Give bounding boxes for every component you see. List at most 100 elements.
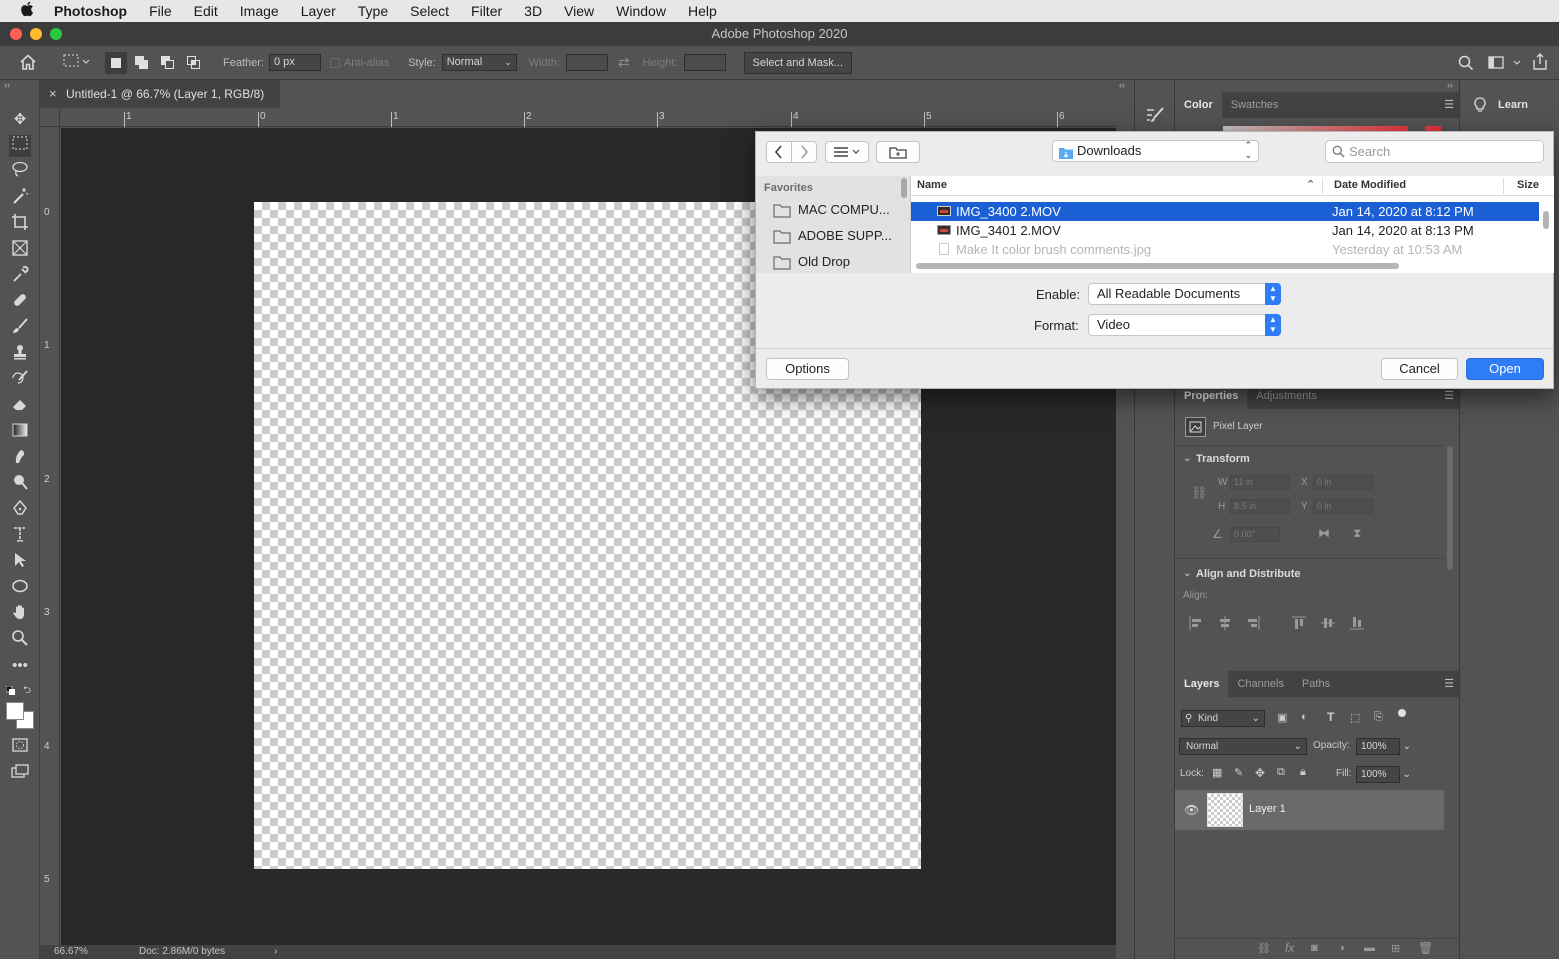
options-button[interactable]: Options <box>766 358 849 380</box>
eye-visibility-icon[interactable]: 👁︎ <box>1184 803 1199 817</box>
sidebar-item-old-drop[interactable]: Old Drop <box>773 253 903 273</box>
panel-menu-icon[interactable]: ☰ <box>1444 677 1454 690</box>
tab-paths[interactable]: Paths <box>1293 671 1339 697</box>
eyedropper-tool-icon[interactable] <box>9 265 31 287</box>
home-icon[interactable] <box>19 53 39 73</box>
search-icon[interactable] <box>1458 55 1474 74</box>
rectangular-marquee-tool-icon[interactable] <box>9 135 31 157</box>
lock-all-icon[interactable]: 🔒︎ <box>1300 766 1306 779</box>
workspace-icon[interactable] <box>1488 55 1522 74</box>
feather-input[interactable]: 0 px <box>268 54 321 71</box>
foreground-color-swatch[interactable] <box>6 702 24 720</box>
zoom-level[interactable]: 66.67% <box>54 945 88 959</box>
frame-tool-icon[interactable] <box>9 239 31 261</box>
menu-edit[interactable]: Edit <box>183 3 229 19</box>
menu-help[interactable]: Help <box>677 3 728 19</box>
align-distribute-heading[interactable]: Align and Distribute <box>1196 568 1301 580</box>
share-icon[interactable] <box>1532 53 1548 74</box>
close-window-button[interactable] <box>10 28 22 40</box>
column-date-modified[interactable]: Date Modified <box>1334 179 1406 191</box>
vertical-scrollbar[interactable] <box>1543 211 1549 229</box>
screen-mode-icon[interactable] <box>9 763 31 785</box>
search-field[interactable]: Search <box>1325 140 1544 163</box>
new-layer-icon[interactable]: ⊞ <box>1391 942 1400 955</box>
selection-mode-add[interactable] <box>131 52 153 74</box>
filter-shape-icon[interactable]: ⬚ <box>1350 711 1360 724</box>
tab-swatches[interactable]: Swatches <box>1222 92 1288 118</box>
menu-3d[interactable]: 3D <box>513 3 553 19</box>
new-group-icon[interactable]: ▬ <box>1364 942 1375 954</box>
menu-filter[interactable]: Filter <box>460 3 513 19</box>
width-field[interactable]: 11 in <box>1230 475 1290 490</box>
status-menu-arrow[interactable]: › <box>274 945 277 959</box>
gradient-tool-icon[interactable] <box>9 421 31 443</box>
cancel-button[interactable]: Cancel <box>1381 358 1458 380</box>
layer-name[interactable]: Layer 1 <box>1249 803 1286 815</box>
filter-type-icon[interactable]: T <box>1327 710 1334 724</box>
swap-colors-icon[interactable]: ⮌ <box>23 683 31 700</box>
file-row[interactable]: IMG_3401 2.MOV Jan 14, 2020 at 8:13 PM <box>911 221 1539 240</box>
menu-select[interactable]: Select <box>399 3 460 19</box>
height-input[interactable] <box>683 54 726 71</box>
lock-transparent-icon[interactable]: ▦ <box>1212 766 1222 779</box>
move-tool-icon[interactable]: ✥ <box>9 109 31 131</box>
lasso-tool-icon[interactable] <box>9 161 31 183</box>
enable-select[interactable]: All Readable Documents ▲ ▼ <box>1088 283 1281 305</box>
marquee-preset-icon[interactable] <box>63 54 91 71</box>
eraser-tool-icon[interactable] <box>9 395 31 417</box>
transform-heading[interactable]: Transform <box>1196 453 1250 465</box>
minimize-window-button[interactable] <box>30 28 42 40</box>
clone-stamp-tool-icon[interactable] <box>9 343 31 365</box>
healing-brush-tool-icon[interactable] <box>9 291 31 313</box>
panel-menu-icon[interactable]: ☰ <box>1444 389 1454 402</box>
view-options-button[interactable] <box>825 141 869 163</box>
lock-artboard-icon[interactable]: ⧉ <box>1277 766 1285 779</box>
zoom-tool-icon[interactable] <box>9 629 31 651</box>
lock-image-icon[interactable]: ✎ <box>1234 766 1243 779</box>
path-selection-tool-icon[interactable] <box>9 551 31 573</box>
style-select[interactable]: Normal ⌄ <box>441 54 517 71</box>
forward-button[interactable] <box>791 141 817 163</box>
menu-layer[interactable]: Layer <box>290 3 347 19</box>
location-popup[interactable]: Downloads ⌃ ⌄ <box>1052 140 1259 162</box>
trash-icon[interactable]: 🗑︎ <box>1418 941 1433 955</box>
horizontal-scrollbar[interactable] <box>916 263 1399 269</box>
swap-icon[interactable]: ⇄ <box>618 54 630 71</box>
column-name[interactable]: Name <box>917 179 947 191</box>
filter-adjustment-icon[interactable]: ◐ <box>1301 711 1308 723</box>
more-tools-icon[interactable]: ••• <box>9 655 31 677</box>
brush-tool-icon[interactable] <box>9 317 31 339</box>
opacity-field[interactable]: 100% ⌄ <box>1356 738 1411 755</box>
filter-toggle[interactable] <box>1398 709 1406 717</box>
sidebar-item-mac-computer[interactable]: MAC COMPU... <box>773 201 903 221</box>
tab-layers[interactable]: Layers <box>1175 671 1229 697</box>
menu-image[interactable]: Image <box>229 3 290 19</box>
dodge-tool-icon[interactable] <box>9 473 31 495</box>
back-button[interactable] <box>766 141 792 163</box>
quick-mask-icon[interactable] <box>9 737 31 759</box>
x-field[interactable]: 0 in <box>1313 475 1373 490</box>
menu-type[interactable]: Type <box>347 3 399 19</box>
default-colors-icon[interactable] <box>5 684 15 695</box>
tab-channels[interactable]: Channels <box>1228 671 1292 697</box>
tab-color[interactable]: Color <box>1175 92 1222 118</box>
menu-window[interactable]: Window <box>605 3 677 19</box>
align-top-icon[interactable] <box>1292 616 1306 633</box>
close-document-icon[interactable]: × <box>49 80 57 108</box>
open-button[interactable]: Open <box>1466 358 1544 380</box>
chevron-down-icon[interactable]: ⌄ <box>1183 453 1191 464</box>
adjustment-layer-icon[interactable]: ◑ <box>1338 942 1345 954</box>
apple-icon[interactable] <box>0 1 54 22</box>
align-horizontal-center-icon[interactable] <box>1218 616 1232 633</box>
history-panel-icon[interactable] <box>1145 106 1165 127</box>
pen-tool-icon[interactable] <box>9 499 31 521</box>
fill-field[interactable]: 100% ⌄ <box>1356 766 1411 783</box>
selection-mode-intersect[interactable] <box>183 52 205 74</box>
selection-mode-subtract[interactable] <box>157 52 179 74</box>
new-folder-button[interactable] <box>876 141 920 163</box>
flip-vertical-icon[interactable]: ⧗ <box>1353 526 1361 541</box>
link-layers-icon[interactable]: ⛓ <box>1257 942 1271 955</box>
layer-kind-filter[interactable]: ⚲ Kind ⌄ <box>1181 710 1265 727</box>
properties-scrollbar[interactable] <box>1447 446 1453 570</box>
learn-tab[interactable]: Learn <box>1460 92 1559 118</box>
